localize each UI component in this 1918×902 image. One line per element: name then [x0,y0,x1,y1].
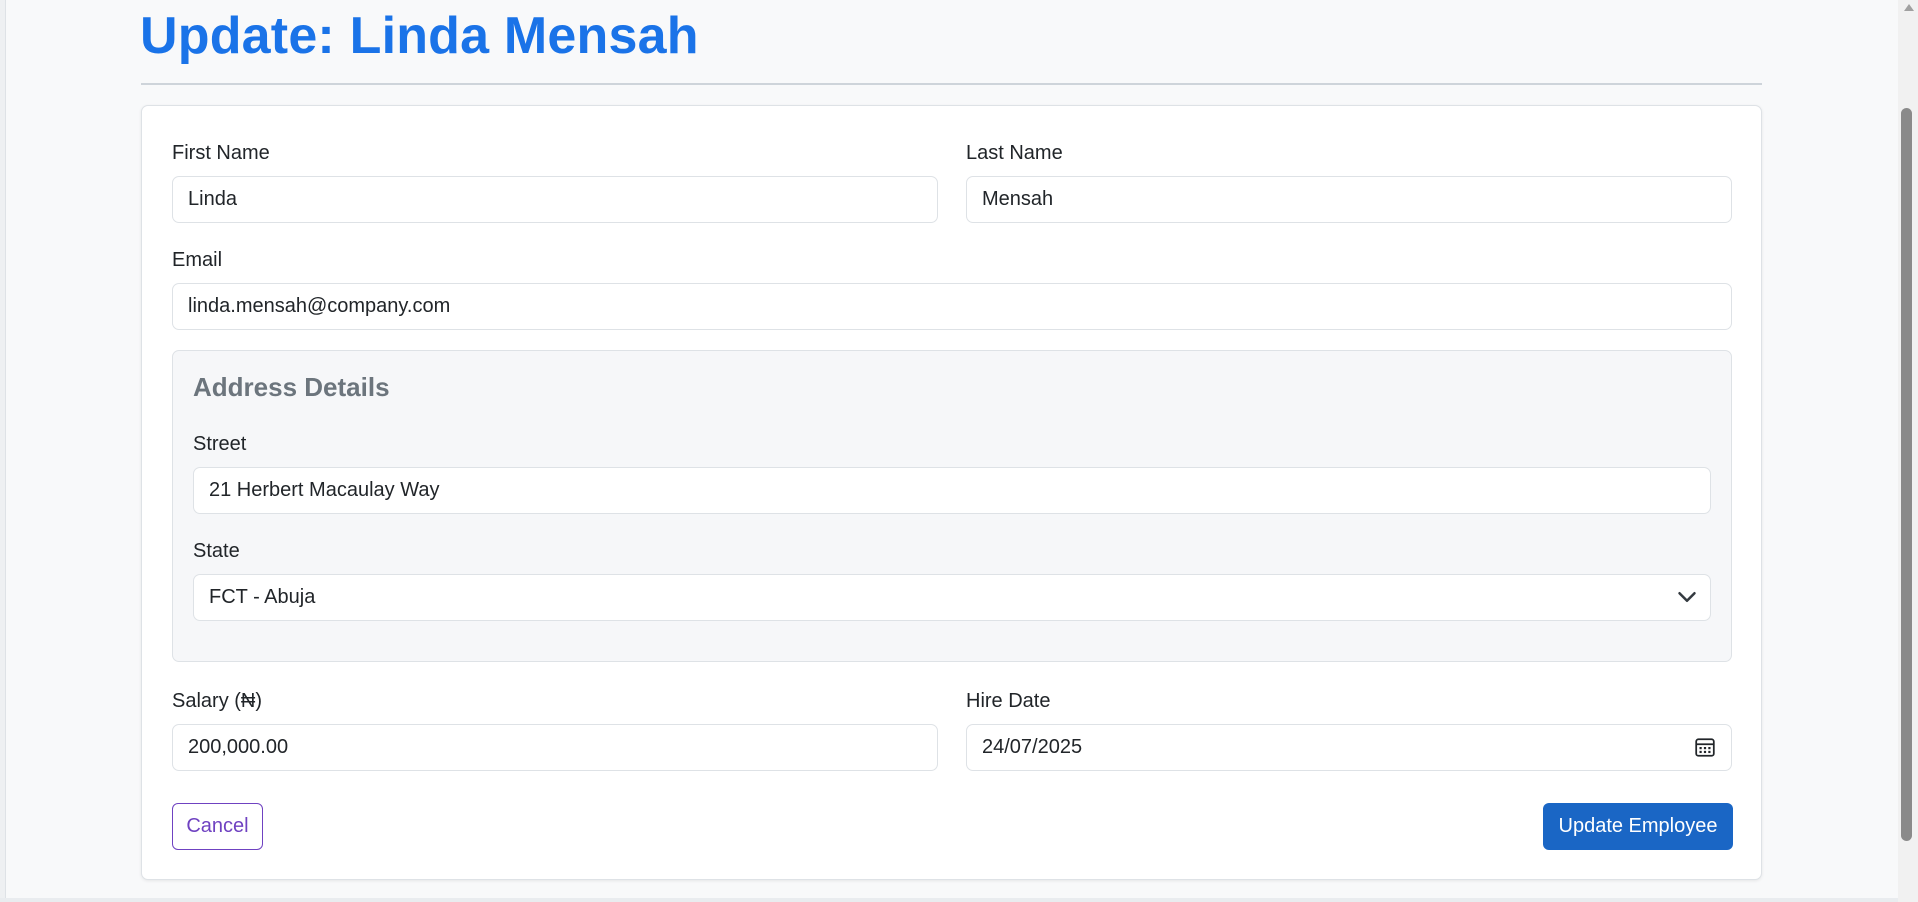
hire-date-label: Hire Date [966,690,1051,712]
email-label: Email [172,249,223,271]
street-input[interactable]: 21 Herbert Macaulay Way [193,467,1711,514]
state-select-value: FCT - Abuja [193,574,1711,621]
state-label: State [193,540,240,562]
last-name-input[interactable]: Mensah [966,176,1732,223]
first-name-label: First Name [172,142,270,164]
street-label: Street [193,433,247,455]
salary-label: Salary (₦) [172,690,263,712]
scroll-up-arrow-icon[interactable] [1904,4,1914,11]
page-bottom-edge [0,898,1898,902]
hire-date-value: 24/07/2025 [966,724,1732,771]
title-divider [141,83,1762,85]
address-fieldset: Address Details Street 21 Herbert Macaul… [172,350,1732,662]
calendar-icon[interactable] [1694,736,1716,758]
cancel-button[interactable]: Cancel [172,803,263,850]
employee-form-card: First Name Linda Last Name Mensah Email … [141,105,1762,880]
last-name-label: Last Name [966,142,1063,164]
update-employee-button[interactable]: Update Employee [1543,803,1733,850]
left-edge [0,0,6,902]
page-viewport: Update: Linda Mensah First Name Linda La… [0,0,1918,902]
hire-date-input[interactable]: 24/07/2025 [966,724,1732,771]
address-legend: Address Details [193,372,390,402]
email-input[interactable]: linda.mensah@company.com [172,283,1732,330]
salary-input[interactable]: 200,000.00 [172,724,938,771]
chevron-down-icon [1678,592,1696,602]
page-title: Update: Linda Mensah [140,7,699,65]
first-name-input[interactable]: Linda [172,176,938,223]
state-select[interactable]: FCT - Abuja [193,574,1711,621]
scrollbar-thumb[interactable] [1901,108,1912,841]
